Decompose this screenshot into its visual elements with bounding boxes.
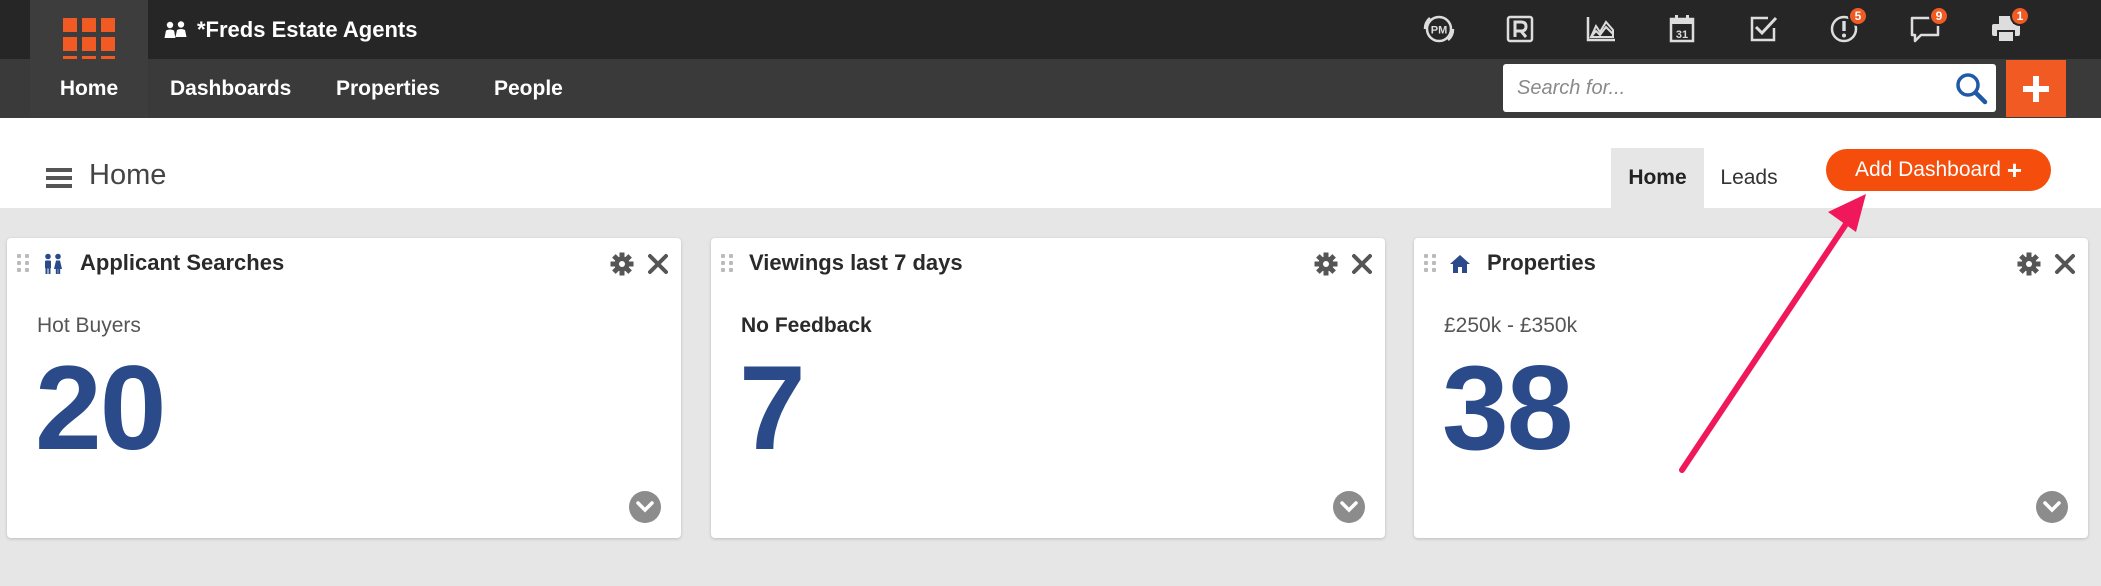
search-box bbox=[1503, 64, 1996, 112]
card-value[interactable]: 38 bbox=[1442, 342, 1573, 474]
pm-label: PM bbox=[1431, 25, 1448, 37]
close-icon[interactable] bbox=[645, 251, 671, 277]
drag-handle-icon[interactable] bbox=[721, 254, 733, 272]
alerts-badge: 5 bbox=[1848, 6, 1868, 26]
add-dashboard-label: Add Dashboard bbox=[1854, 158, 2001, 181]
chart-icon bbox=[1586, 17, 1615, 42]
expand-button[interactable] bbox=[1333, 491, 1365, 523]
dashboard-card-properties: Properties £250k - £350k 38 bbox=[1414, 238, 2088, 538]
card-subtitle: £250k - £350k bbox=[1444, 314, 1578, 337]
alerts-button[interactable]: 5 bbox=[1823, 6, 1868, 50]
close-icon[interactable] bbox=[1349, 251, 1375, 277]
tab-leads[interactable]: Leads bbox=[1704, 148, 1794, 208]
close-icon[interactable] bbox=[2052, 251, 2078, 277]
card-title: Properties bbox=[1487, 250, 1596, 275]
org-switcher[interactable]: *Freds Estate Agents bbox=[163, 14, 417, 46]
gear-icon[interactable] bbox=[1313, 251, 1339, 277]
chevron-down-icon bbox=[2043, 501, 2061, 513]
add-dashboard-button[interactable]: Add Dashboard + bbox=[1826, 149, 2051, 191]
pm-button[interactable]: PM bbox=[1418, 8, 1460, 50]
plus-icon: + bbox=[2006, 155, 2023, 185]
quick-add-button[interactable] bbox=[2006, 60, 2066, 117]
chevron-down-icon bbox=[1340, 501, 1358, 513]
drag-handle-icon[interactable] bbox=[1424, 254, 1436, 272]
reports-button[interactable] bbox=[1580, 8, 1622, 50]
checkbox-icon bbox=[1750, 16, 1778, 42]
nav-properties[interactable]: Properties bbox=[336, 59, 440, 118]
page-title: Home bbox=[89, 159, 167, 191]
calendar-day: 31 bbox=[1676, 29, 1688, 41]
tasks-button[interactable] bbox=[1742, 8, 1784, 50]
card-title: Viewings last 7 days bbox=[749, 250, 963, 275]
calendar-icon: 31 bbox=[1669, 15, 1695, 43]
card-title: Applicant Searches bbox=[80, 250, 285, 275]
house-icon bbox=[1448, 252, 1472, 276]
expand-button[interactable] bbox=[629, 491, 661, 523]
tab-home[interactable]: Home bbox=[1611, 148, 1704, 208]
gear-icon[interactable] bbox=[609, 251, 635, 277]
print-button[interactable]: 1 bbox=[1985, 6, 2030, 50]
plus-icon bbox=[2023, 75, 2049, 102]
messages-badge: 9 bbox=[1929, 6, 1949, 26]
card-value[interactable]: 20 bbox=[35, 342, 166, 474]
top-icon-bar: PM 31 5 9 1 bbox=[1379, 6, 2030, 50]
dashboard-card-viewings: Viewings last 7 days No Feedback 7 bbox=[711, 238, 1385, 538]
nav-home[interactable]: Home bbox=[30, 59, 148, 129]
messages-button[interactable]: 9 bbox=[1904, 6, 1949, 50]
people-icon bbox=[41, 252, 65, 276]
chevron-down-icon bbox=[636, 501, 654, 513]
nav-dashboards[interactable]: Dashboards bbox=[170, 59, 291, 129]
calendar-button[interactable]: 31 bbox=[1661, 8, 1703, 50]
search-input[interactable] bbox=[1503, 66, 1946, 110]
r-icon bbox=[1506, 15, 1534, 43]
card-subtitle: Hot Buyers bbox=[37, 314, 141, 337]
people-icon bbox=[164, 21, 187, 38]
search-icon bbox=[1956, 73, 1988, 105]
r-button[interactable] bbox=[1499, 8, 1541, 50]
print-badge: 1 bbox=[2010, 6, 2030, 26]
drag-handle-icon[interactable] bbox=[17, 254, 29, 272]
search-button[interactable] bbox=[1946, 65, 1996, 111]
org-name: *Freds Estate Agents bbox=[197, 17, 418, 42]
dashboard-card-applicant-searches: Applicant Searches Hot Buyers 20 bbox=[7, 238, 681, 538]
card-subtitle: No Feedback bbox=[741, 314, 872, 337]
hamburger-icon[interactable] bbox=[46, 168, 72, 188]
nav-people[interactable]: People bbox=[494, 59, 563, 118]
gear-icon[interactable] bbox=[2016, 251, 2042, 277]
expand-button[interactable] bbox=[2036, 491, 2068, 523]
pm-icon: PM bbox=[1423, 15, 1455, 43]
card-value[interactable]: 7 bbox=[739, 342, 806, 474]
